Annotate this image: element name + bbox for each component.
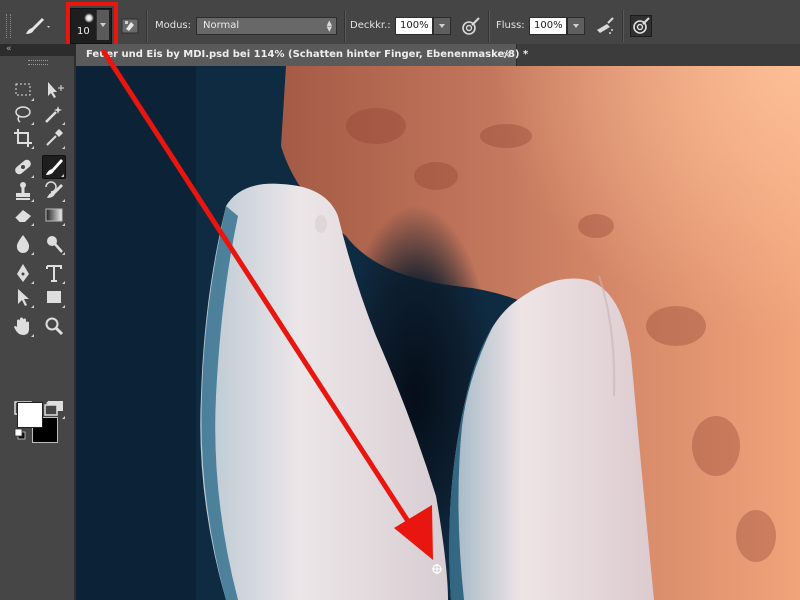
toggle-brush-panel-button[interactable]	[119, 15, 141, 37]
flow-input[interactable]: 100%	[529, 17, 567, 35]
pen-pressure-size-icon	[633, 17, 650, 34]
brush-tool[interactable]	[42, 155, 66, 179]
mode-label: Modus:	[155, 20, 192, 31]
collapse-toolbox-icon[interactable]: «	[6, 44, 11, 54]
submenu-indicator	[62, 281, 65, 284]
submenu-indicator	[31, 199, 34, 202]
chevron-down-icon	[439, 24, 445, 28]
airbrush-button[interactable]	[594, 15, 616, 37]
pressure-opacity-button[interactable]	[460, 15, 482, 37]
opacity-label: Deckkr.:	[350, 20, 391, 31]
magnifier-icon	[45, 317, 64, 336]
magic-wand-tool[interactable]	[42, 102, 66, 126]
toolbox-grip[interactable]	[28, 60, 48, 65]
document-tab-bar: Feuer und Eis by MDI.psd bei 114% (Schat…	[76, 44, 800, 66]
blur-tool[interactable]	[11, 232, 35, 256]
canvas-image	[76, 66, 800, 600]
rectangular-marquee-tool[interactable]	[11, 78, 35, 102]
submenu-indicator	[31, 146, 34, 149]
submenu-indicator	[62, 122, 65, 125]
submenu-indicator	[31, 175, 34, 178]
rectangle-tool[interactable]	[42, 285, 66, 309]
separator	[344, 10, 346, 42]
blend-mode-value: Normal	[203, 20, 240, 31]
clone-stamp-tool[interactable]	[11, 179, 35, 203]
separator	[146, 10, 148, 42]
move-tool[interactable]	[42, 78, 66, 102]
tool-preset-picker[interactable]	[22, 14, 52, 38]
flow-slider-button[interactable]	[567, 17, 585, 35]
gradient-tool[interactable]	[42, 203, 66, 227]
path-selection-tool[interactable]	[11, 285, 35, 309]
healing-brush-tool[interactable]	[11, 155, 35, 179]
submenu-indicator	[31, 281, 34, 284]
airbrush-icon	[597, 17, 614, 34]
submenu-indicator	[62, 416, 65, 419]
submenu-indicator	[31, 252, 34, 255]
blend-mode-select[interactable]: Normal ▲ ▼	[196, 17, 337, 35]
submenu-indicator	[31, 334, 34, 337]
submenu-indicator	[31, 305, 34, 308]
document-tab[interactable]: Feuer und Eis by MDI.psd bei 114% (Schat…	[76, 44, 528, 66]
eraser-tool[interactable]	[11, 203, 35, 227]
default-colors-icon[interactable]	[14, 428, 26, 440]
submenu-indicator	[61, 174, 64, 177]
move-icon	[48, 82, 64, 98]
toolbox-header: «	[0, 44, 76, 56]
dodge-tool[interactable]	[42, 232, 66, 256]
submenu-indicator	[31, 98, 34, 101]
separator	[488, 10, 490, 42]
zoom-tool[interactable]	[42, 314, 66, 338]
history-brush-tool[interactable]	[42, 179, 66, 203]
brush-icon	[26, 18, 50, 34]
hand-tool[interactable]	[11, 314, 35, 338]
flow-label: Fluss:	[496, 20, 525, 31]
opacity-input[interactable]: 100%	[395, 17, 433, 35]
submenu-indicator	[31, 122, 34, 125]
separator	[622, 10, 624, 42]
crop-tool[interactable]	[11, 126, 35, 150]
toolbox	[0, 56, 76, 600]
pen-pressure-icon	[462, 17, 480, 35]
close-tab-icon[interactable]: ×	[502, 48, 511, 61]
submenu-indicator	[62, 252, 65, 255]
foreground-color-swatch[interactable]	[17, 402, 43, 428]
lasso-tool[interactable]	[11, 102, 35, 126]
submenu-indicator	[62, 305, 65, 308]
submenu-indicator	[62, 199, 65, 202]
document-canvas[interactable]	[76, 66, 800, 600]
submenu-indicator	[62, 223, 65, 226]
submenu-indicator	[62, 146, 65, 149]
submenu-indicator	[31, 223, 34, 226]
document-tab-title: Feuer und Eis by MDI.psd bei 114% (Schat…	[86, 49, 529, 60]
pressure-size-button[interactable]	[630, 15, 652, 37]
options-bar-grip[interactable]	[6, 14, 11, 38]
type-tool[interactable]	[42, 261, 66, 285]
opacity-slider-button[interactable]	[433, 17, 451, 35]
brush-panel-icon	[121, 18, 139, 34]
select-arrows-icon: ▲ ▼	[326, 19, 332, 33]
chevron-down-icon	[573, 24, 579, 28]
eyedropper-tool[interactable]	[42, 126, 66, 150]
pen-tool[interactable]	[11, 261, 35, 285]
